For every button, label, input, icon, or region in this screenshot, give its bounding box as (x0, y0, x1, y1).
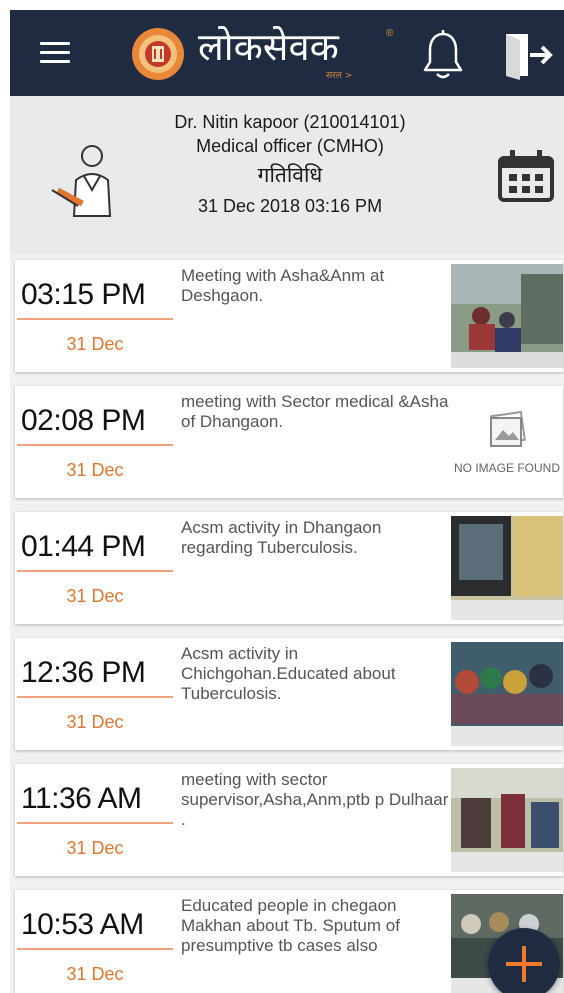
no-image-placeholder: NO IMAGE FOUND (451, 394, 563, 490)
activity-card[interactable]: 12:36 PM 31 Dec Acsm activity in Chichgo… (15, 638, 563, 750)
activity-time: 12:36 PM (21, 656, 146, 689)
activity-description: Meeting with Asha&Anm at Deshgaon. (181, 266, 385, 305)
logo-emblem-icon (132, 28, 184, 80)
add-icon (506, 946, 542, 982)
activity-card[interactable]: 03:15 PM 31 Dec Meeting with Asha&Anm at… (15, 260, 563, 372)
activity-time: 11:36 AM (21, 782, 142, 815)
activity-time: 01:44 PM (21, 530, 146, 563)
app-brand-subtitle: सरल > (326, 71, 353, 81)
profile-header: Dr. Nitin kapoor (210014101) Medical off… (10, 96, 564, 254)
activity-description: meeting with sector supervisor,Asha,Anm,… (181, 770, 449, 829)
add-activity-button[interactable] (488, 928, 560, 993)
time-underline (17, 696, 173, 698)
doctor-icon (51, 145, 112, 217)
activity-description: Educated people in chegaon Makhan about … (181, 896, 400, 955)
activity-date: 31 Dec (66, 838, 124, 858)
activity-date: 31 Dec (66, 334, 124, 354)
app-bar: लोकसेवक ® सरल > (10, 10, 564, 96)
section-title: गतिविधि (257, 163, 323, 187)
activity-time: 10:53 AM (21, 908, 144, 941)
time-underline (17, 948, 173, 950)
no-image-icon (490, 410, 526, 447)
activity-date: 31 Dec (66, 964, 124, 984)
activity-photo[interactable] (451, 642, 563, 746)
activity-date: 31 Dec (66, 586, 124, 606)
app-brand-title: लोकसेवक (198, 25, 339, 69)
activity-card[interactable]: 11:36 AM 31 Dec meeting with sector supe… (15, 764, 563, 876)
time-underline (17, 318, 173, 320)
activity-time: 02:08 PM (21, 404, 146, 437)
time-underline (17, 822, 173, 824)
user-name: Dr. Nitin kapoor (210014101) (174, 112, 406, 132)
logout-icon[interactable] (502, 30, 554, 80)
activity-description: Acsm activity in Dhangaon regarding Tube… (181, 518, 382, 557)
app-screen: लोकसेवक ® सरल > Dr. Nitin kapoor (210014… (10, 10, 564, 993)
menu-icon[interactable] (40, 42, 70, 66)
activity-photo[interactable] (451, 768, 563, 872)
activity-description: Acsm activity in Chichgohan.Educated abo… (181, 644, 396, 703)
time-underline (17, 570, 173, 572)
activity-photo[interactable] (451, 264, 563, 368)
time-underline (17, 444, 173, 446)
activity-card[interactable]: 02:08 PM 31 Dec meeting with Sector medi… (15, 386, 563, 498)
activity-date: 31 Dec (66, 712, 124, 732)
activity-photo[interactable] (451, 516, 563, 620)
activity-card[interactable]: 10:53 AM 31 Dec Educated people in chega… (15, 890, 563, 993)
activity-card[interactable]: 01:44 PM 31 Dec Acsm activity in Dhangao… (15, 512, 563, 624)
no-image-text: NO IMAGE FOUND (453, 461, 560, 475)
registered-mark: ® (386, 28, 394, 39)
activity-time: 03:15 PM (21, 278, 146, 311)
calendar-icon[interactable] (496, 148, 556, 204)
activity-description: meeting with Sector medical &Asha of Dha… (181, 392, 449, 431)
user-role: Medical officer (CMHO) (196, 136, 384, 156)
current-timestamp: 31 Dec 2018 03:16 PM (197, 196, 383, 216)
bell-icon[interactable] (420, 28, 466, 82)
profile-info: Dr. Nitin kapoor (210014101) Medical off… (130, 110, 450, 218)
activity-date: 31 Dec (66, 460, 124, 480)
